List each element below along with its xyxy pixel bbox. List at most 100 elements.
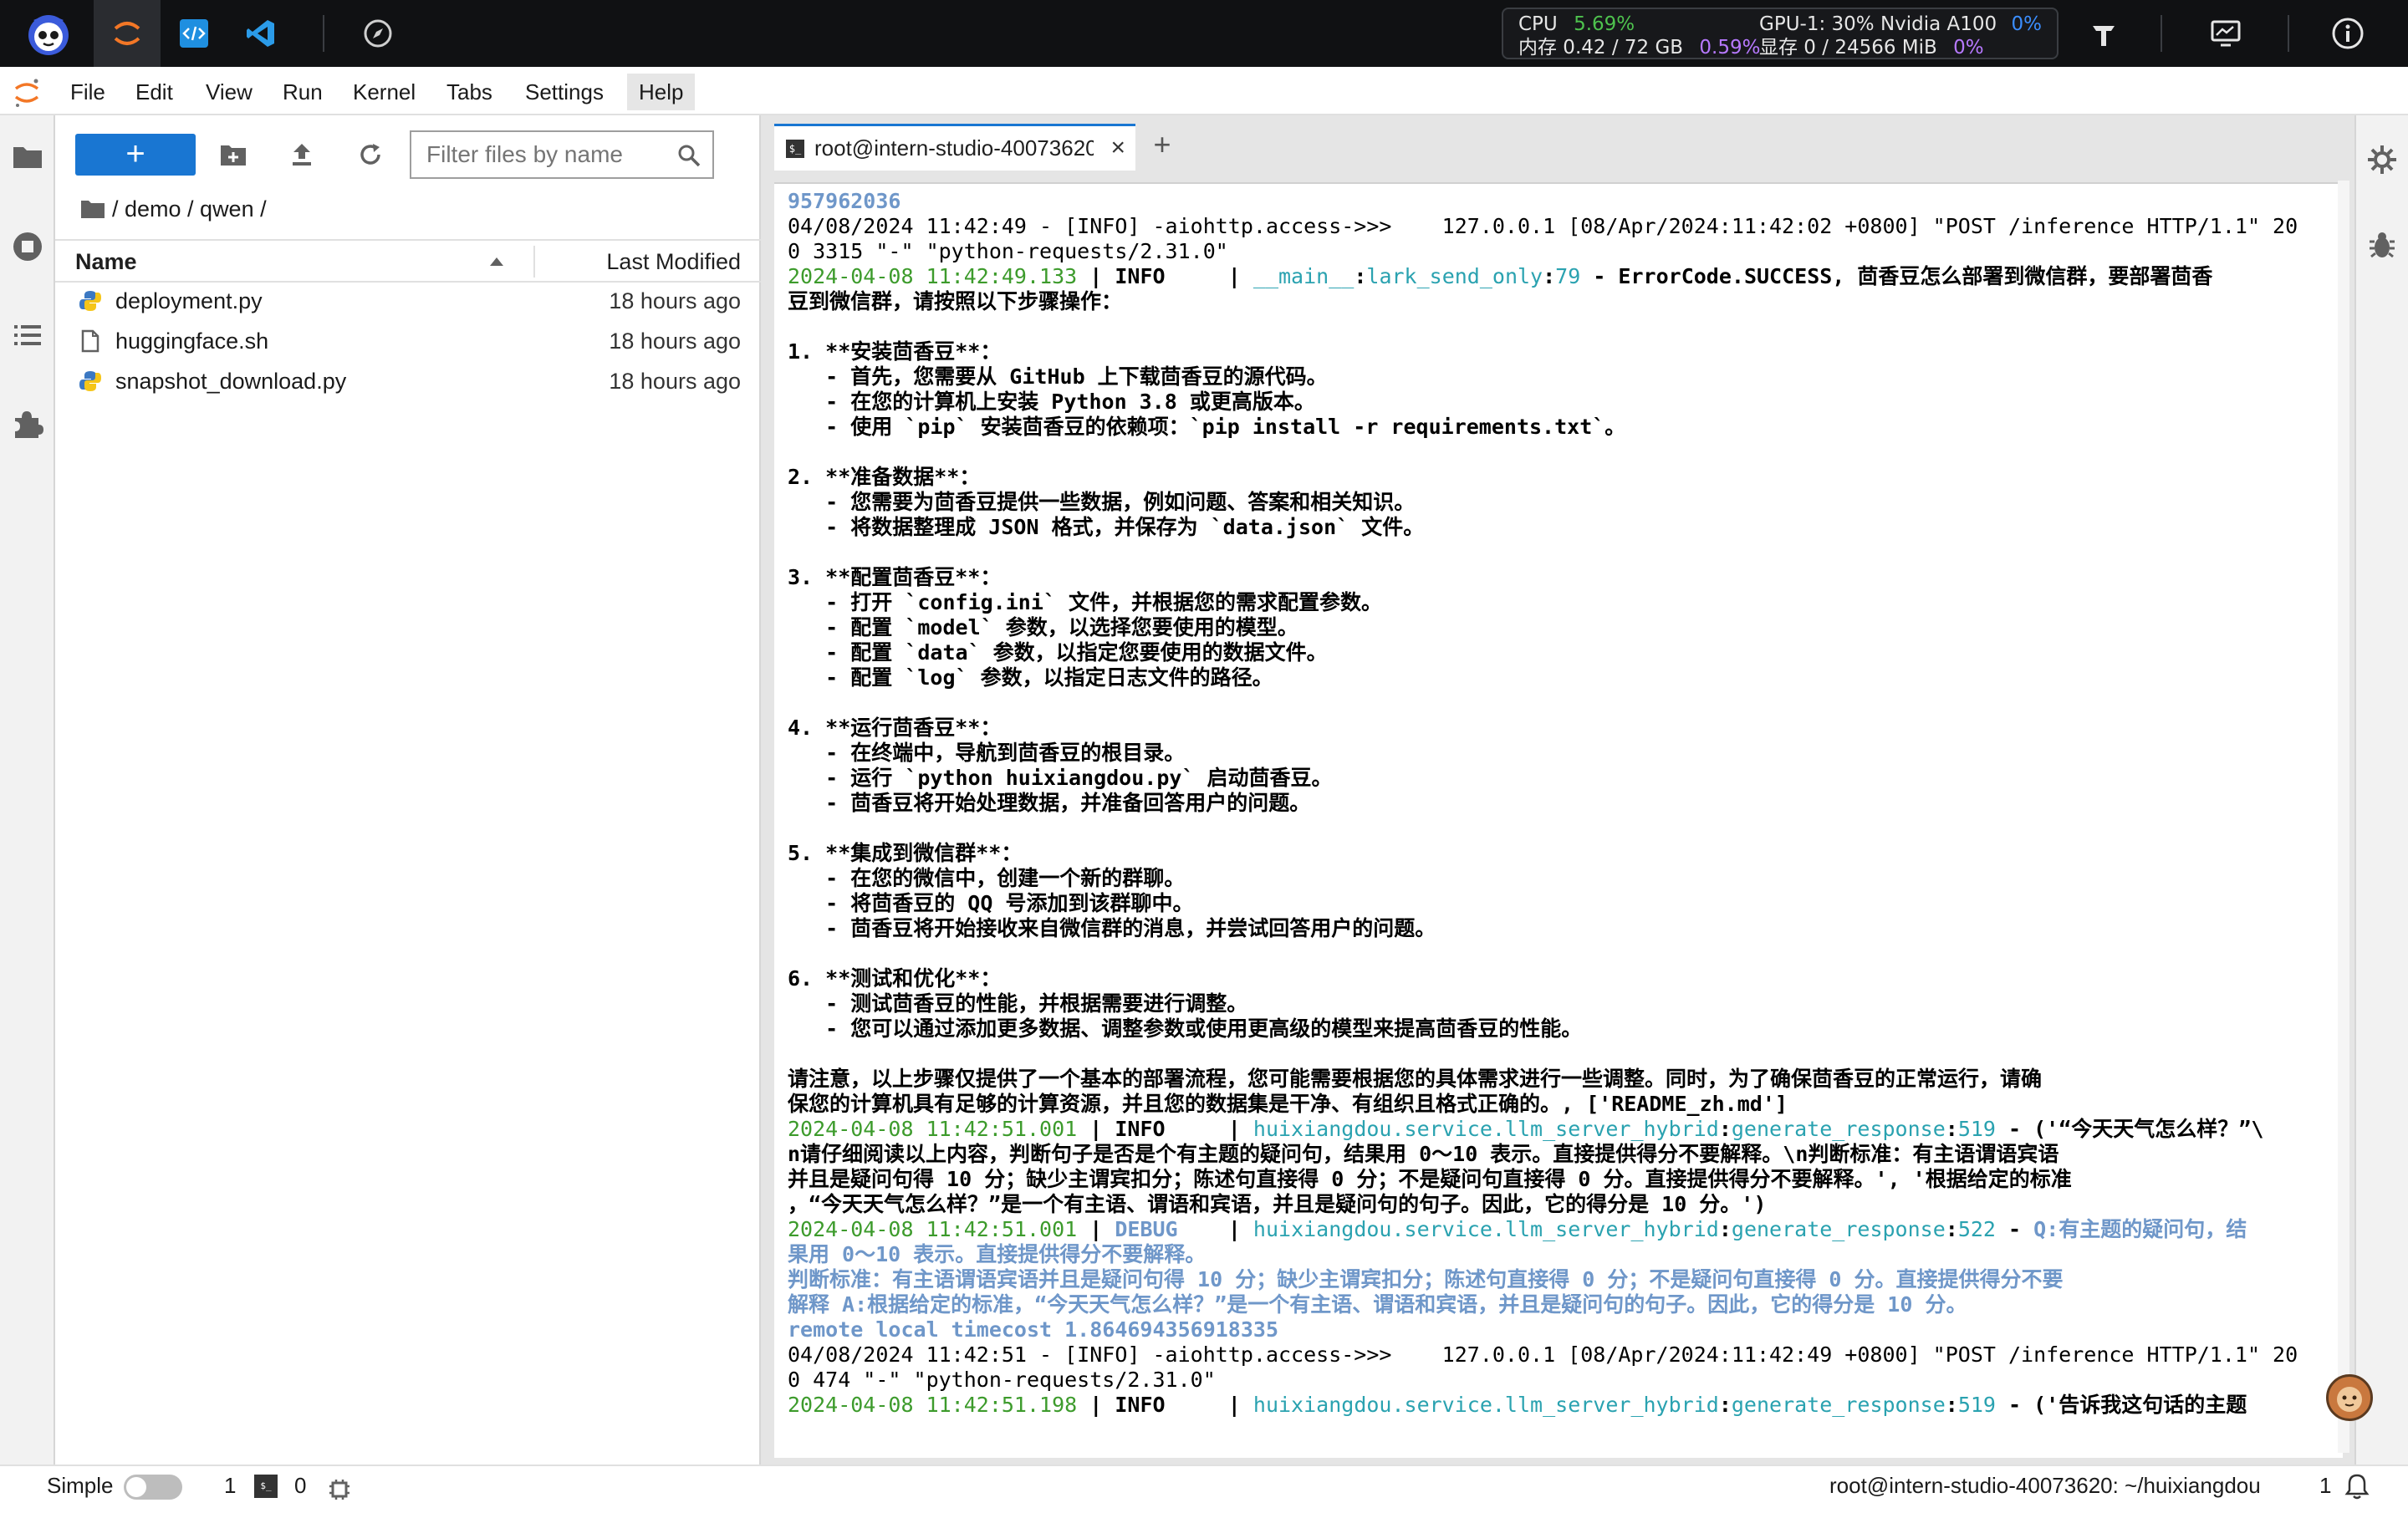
- info-icon[interactable]: [2321, 0, 2375, 67]
- filter-placeholder: Filter files by name: [426, 141, 623, 167]
- assistant-avatar[interactable]: [2326, 1374, 2373, 1421]
- terminal-segment: - 配置 `model` 参数，以选择您要使用的模型。: [788, 615, 1298, 639]
- menu-file[interactable]: File: [59, 74, 117, 110]
- folder-icon[interactable]: [8, 137, 47, 176]
- code-server-icon[interactable]: [167, 0, 221, 67]
- file-modified: 18 hours ago: [609, 329, 741, 354]
- gear-icon[interactable]: [2363, 140, 2401, 179]
- refresh-icon[interactable]: [351, 135, 390, 174]
- terminal-line: - 首先，您需要从 GitHub 上下载茴香豆的源代码。: [788, 364, 2293, 390]
- toolbar-divider: [323, 15, 324, 52]
- terminal-segment: :: [1945, 1117, 1958, 1141]
- kernel-count[interactable]: 0: [294, 1466, 306, 1505]
- bell-icon[interactable]: [2344, 1473, 2370, 1511]
- terminal-segment: 0 474 "-" "python-requests/2.31.0": [788, 1368, 1216, 1392]
- sort-ascending-icon[interactable]: [488, 256, 505, 267]
- simple-mode-toggle[interactable]: [124, 1475, 182, 1500]
- terminal-segment: :: [1945, 1217, 1958, 1241]
- terminal-segment: 5. **集成到微信群**：: [788, 841, 1023, 865]
- menu-kernel[interactable]: Kernel: [341, 74, 427, 110]
- tab-terminal[interactable]: $_ root@intern-studio-40073620 ×: [774, 124, 1135, 171]
- brand-icon[interactable]: [2079, 0, 2129, 67]
- terminal-segment: - 将茴香豆的 QQ 号添加到该群聊中。: [788, 891, 1194, 915]
- close-icon[interactable]: ×: [1110, 126, 1125, 170]
- new-folder-icon[interactable]: [214, 135, 253, 174]
- toggle-knob: [126, 1477, 146, 1497]
- upload-icon[interactable]: [283, 135, 321, 174]
- terminal-icon: $_: [786, 140, 804, 158]
- cpu-stat: CPU 5.69%: [1518, 13, 1635, 36]
- new-launcher-button[interactable]: +: [75, 134, 196, 176]
- vram-label: 显存 0 / 24566 MiB: [1759, 37, 1937, 59]
- terminal-line: 5. **集成到微信群**：: [788, 841, 2293, 866]
- terminal-line: 04/08/2024 11:42:51 - [INFO] -aiohttp.ac…: [788, 1342, 2298, 1368]
- terminal-segment: 果用 0～10 表示。直接提供得分不要解释。: [788, 1242, 1207, 1266]
- terminal-line: 6. **测试和优化**：: [788, 966, 2293, 991]
- terminal-segment: - 在终端中，导航到茴香豆的根目录。: [788, 741, 1186, 765]
- column-name[interactable]: Name: [75, 241, 137, 283]
- terminal-scrollbar[interactable]: [2338, 181, 2349, 1453]
- terminal-line: - 运行 `python huixiangdou.py` 启动茴香豆。: [788, 766, 2293, 791]
- jupyter-icon[interactable]: [94, 0, 161, 67]
- menu-tabs[interactable]: Tabs: [435, 74, 504, 110]
- file-modified: 18 hours ago: [609, 369, 741, 394]
- terminal-segment: - 打开 `config.ini` 文件，并根据您的需求配置参数。: [788, 590, 1382, 614]
- extension-icon[interactable]: [8, 405, 47, 443]
- running-icon[interactable]: [8, 227, 47, 266]
- menu-help[interactable]: Help: [627, 74, 696, 110]
- menu-view[interactable]: View: [194, 74, 264, 110]
- gpu-label: GPU-1: 30% Nvidia A100: [1759, 13, 1997, 35]
- notification-count[interactable]: 1: [2319, 1466, 2331, 1505]
- menu-run[interactable]: Run: [271, 74, 334, 110]
- terminal-segment: 1. **安装茴香豆**：: [788, 339, 1002, 364]
- terminal-segment: 522: [1957, 1217, 1996, 1241]
- file-row[interactable]: deployment.py 18 hours ago: [55, 281, 761, 321]
- compass-icon[interactable]: [355, 0, 401, 67]
- terminal-icon: $_: [254, 1475, 278, 1498]
- terminal-segment: - 配置 `log` 参数，以指定日志文件的路径。: [788, 665, 1273, 690]
- toolbar-divider: [2288, 15, 2289, 52]
- terminal-line: - 茴香豆将开始处理数据，并准备回答用户的问题。: [788, 791, 2293, 816]
- terminal-segment: | INFO |: [1077, 264, 1253, 288]
- menu-edit[interactable]: Edit: [124, 74, 185, 110]
- terminal-line: 判断标准：有主语谓语宾语并且是疑问句得 10 分；缺少主谓宾扣分；陈述句直接得 …: [788, 1267, 2293, 1292]
- file-name: huggingface.sh: [115, 329, 269, 354]
- memory-stat: 内存 0.42 / 72 GB 0.59%: [1518, 36, 1760, 59]
- home-folder-icon[interactable]: [80, 199, 105, 219]
- file-row[interactable]: snapshot_download.py 18 hours ago: [55, 361, 761, 401]
- cpu-label: CPU: [1518, 13, 1558, 35]
- terminal-line: - 测试茴香豆的性能，并根据需要进行调整。: [788, 991, 2293, 1016]
- terminal-segment: :: [1718, 1393, 1732, 1417]
- file-icon: [81, 329, 99, 353]
- terminal-line: - 在终端中，导航到茴香豆的根目录。: [788, 741, 2293, 766]
- vram-value: 0%: [1953, 37, 1984, 59]
- terminal-line: 请注意，以上步骤仅提供了一个基本的部署流程，您可能需要根据您的具体需求进行一些调…: [788, 1067, 2293, 1092]
- column-divider[interactable]: [533, 246, 535, 278]
- breadcrumb-path[interactable]: / demo / qwen /: [112, 192, 267, 226]
- menu-settings[interactable]: Settings: [513, 74, 615, 110]
- add-tab-button[interactable]: +: [1139, 124, 1186, 167]
- column-last-modified[interactable]: Last Modified: [606, 241, 741, 283]
- vscode-icon[interactable]: [234, 0, 288, 67]
- resource-monitor: CPU 5.69% 内存 0.42 / 72 GB 0.59% GPU-1: 3…: [1502, 8, 2059, 59]
- terminal-output[interactable]: 957962036 04/08/2024 11:42:49 - [INFO] -a…: [774, 182, 2343, 1458]
- python-file-icon: [79, 371, 101, 391]
- terminal-segment: |: [1077, 1217, 1115, 1241]
- terminal-segment: huixiangdou.service.llm_server_hybrid: [1252, 1117, 1719, 1141]
- filter-files-input[interactable]: Filter files by name: [410, 130, 714, 179]
- toc-icon[interactable]: [8, 316, 47, 354]
- terminal-count[interactable]: 1: [224, 1466, 236, 1505]
- bug-icon[interactable]: [2363, 226, 2401, 264]
- terminal-segment: huixiangdou.service.llm_server_hybrid: [1252, 1217, 1719, 1241]
- monitor-icon[interactable]: [2199, 0, 2252, 67]
- status-bar: Simple 1 $_ 0 root@intern-studio-4007362…: [0, 1465, 2408, 1505]
- logo-icon[interactable]: [15, 0, 82, 67]
- file-row[interactable]: huggingface.sh 18 hours ago: [55, 321, 761, 361]
- terminal-segment: 957962036: [788, 189, 901, 213]
- terminal-line: 并且是疑问句得 10 分；缺少主谓宾扣分；陈述句直接得 0 分；不是疑问句直接得…: [788, 1167, 2293, 1192]
